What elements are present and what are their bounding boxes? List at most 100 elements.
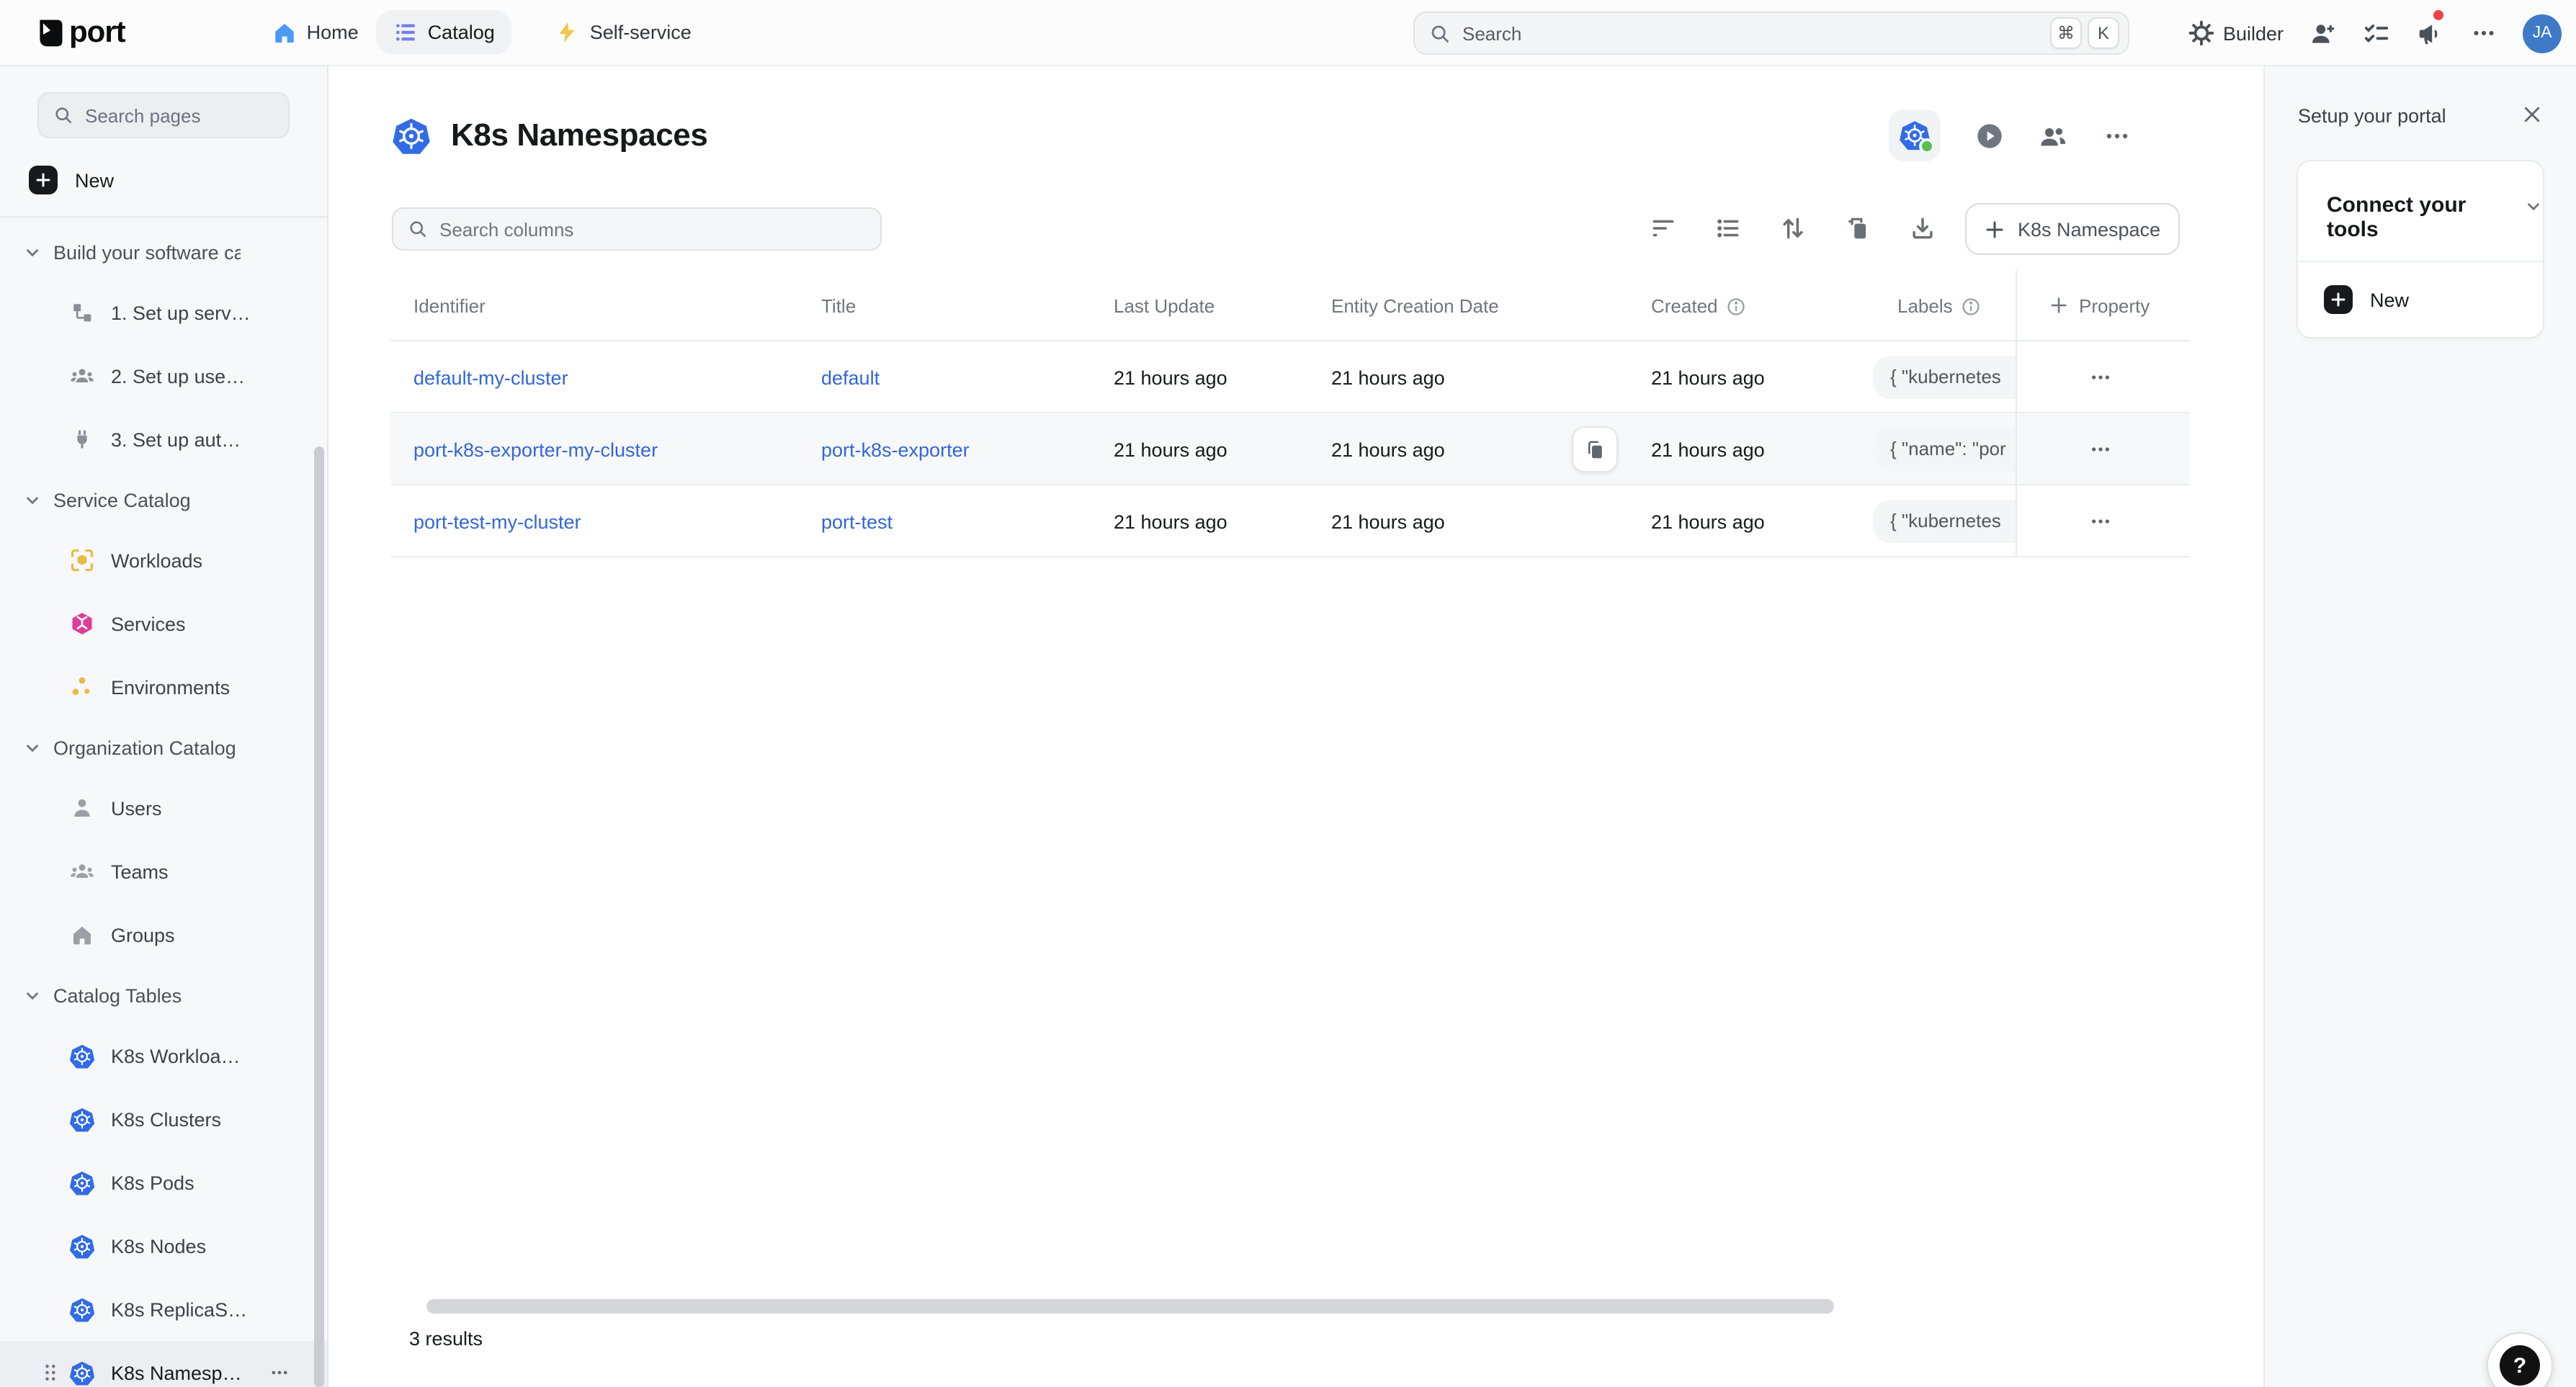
flow-icon bbox=[69, 300, 95, 326]
sidebar-item-teams[interactable]: Teams bbox=[0, 840, 327, 903]
created-cell: 21 hours ago bbox=[1651, 341, 1765, 413]
labels-chip[interactable]: { "kubernetes bbox=[1873, 500, 2034, 543]
builder-button[interactable]: Builder bbox=[2188, 20, 2284, 46]
column-header-title[interactable]: Title bbox=[821, 271, 856, 341]
tasks-checklist-button[interactable] bbox=[2363, 19, 2390, 47]
sidebar-item-setup-service[interactable]: 1. Set up serv… bbox=[0, 281, 327, 344]
sidebar-item-k8s-pods[interactable]: K8s Pods bbox=[0, 1151, 327, 1214]
panel-new-button[interactable]: New bbox=[2298, 262, 2543, 337]
kubernetes-icon bbox=[69, 1360, 95, 1386]
sidebar-new-button[interactable]: New bbox=[0, 156, 327, 205]
exporter-status-button[interactable] bbox=[1889, 109, 1941, 161]
search-icon bbox=[408, 219, 428, 239]
labels-chip[interactable]: { "kubernetes bbox=[1873, 356, 2034, 399]
sidebar-item-services[interactable]: Services bbox=[0, 592, 327, 655]
search-columns[interactable] bbox=[392, 207, 882, 251]
column-header-last-update[interactable]: Last Update bbox=[1114, 271, 1215, 341]
add-property-button[interactable]: Property bbox=[2049, 295, 2150, 316]
sidebar-item-k8s-nodes[interactable]: K8s Nodes bbox=[0, 1214, 327, 1278]
search-columns-input[interactable] bbox=[439, 218, 866, 240]
global-search-input[interactable] bbox=[1462, 22, 2044, 44]
drag-handle-icon[interactable] bbox=[43, 1363, 56, 1383]
sidebar-search[interactable] bbox=[37, 92, 290, 138]
more-options-button[interactable] bbox=[2469, 19, 2497, 47]
sidebar-item-environments[interactable]: Environments bbox=[0, 655, 327, 719]
kubernetes-icon bbox=[69, 1296, 95, 1322]
last-update-cell: 21 hours ago bbox=[1114, 485, 1227, 557]
copy-value-button[interactable] bbox=[1572, 426, 1618, 472]
search-icon bbox=[53, 105, 73, 125]
entity-title-link[interactable]: port-test bbox=[821, 511, 893, 532]
entity-title-link[interactable]: default bbox=[821, 367, 880, 388]
sidebar-search-input[interactable] bbox=[85, 104, 274, 126]
entity-identifier-link[interactable]: port-test-my-cluster bbox=[413, 511, 581, 532]
group-by-icon[interactable] bbox=[1714, 215, 1742, 242]
gear-icon bbox=[2188, 20, 2214, 46]
results-count: 3 results bbox=[409, 1328, 483, 1350]
sidebar-group-organization-catalog[interactable]: Organization Catalog bbox=[0, 719, 327, 776]
row-actions-cell bbox=[2016, 341, 2190, 412]
invite-user-button[interactable] bbox=[2309, 19, 2337, 47]
port-logo-icon bbox=[35, 17, 66, 48]
sidebar-item-k8s-namespaces[interactable]: K8s Namesp… bbox=[0, 1341, 327, 1387]
entity-title-link[interactable]: port-k8s-exporter bbox=[821, 439, 970, 460]
sidebar-item-setup-automations[interactable]: 3. Set up aut… bbox=[0, 408, 327, 471]
announcements-megaphone-button[interactable] bbox=[2416, 19, 2443, 47]
page-more-options-button[interactable] bbox=[2102, 121, 2131, 150]
table-row[interactable]: port-k8s-exporter-my-cluster port-k8s-ex… bbox=[390, 413, 2190, 485]
item-more-options-icon[interactable] bbox=[269, 1363, 290, 1383]
sidebar-item-k8s-clusters[interactable]: K8s Clusters bbox=[0, 1087, 327, 1151]
nav-self-service[interactable]: Self-service bbox=[538, 10, 709, 55]
page-header: K8s Namespaces bbox=[392, 107, 2206, 164]
add-k8s-namespace-button[interactable]: K8s Namespace bbox=[1965, 203, 2180, 255]
column-header-labels[interactable]: Labels bbox=[1897, 271, 1982, 341]
home-icon bbox=[69, 922, 95, 948]
entity-identifier-link[interactable]: port-k8s-exporter-my-cluster bbox=[413, 439, 658, 460]
sidebar-item-setup-users[interactable]: 2. Set up use… bbox=[0, 344, 327, 408]
duplicate-pages-icon[interactable] bbox=[1844, 215, 1871, 242]
permissions-users-button[interactable] bbox=[2039, 121, 2067, 150]
row-actions-cell bbox=[2016, 485, 2190, 556]
filter-icon[interactable] bbox=[1650, 215, 1677, 242]
labels-chip[interactable]: { "name": "por bbox=[1873, 428, 2034, 471]
global-search[interactable]: ⌘ K bbox=[1413, 12, 2129, 55]
column-header-created[interactable]: Created bbox=[1651, 271, 1747, 341]
download-icon[interactable] bbox=[1909, 215, 1936, 242]
column-header-entity-creation-date[interactable]: Entity Creation Date bbox=[1331, 271, 1499, 341]
connect-tools-toggle[interactable]: Connect your tools bbox=[2298, 161, 2543, 262]
close-icon[interactable] bbox=[2521, 104, 2544, 127]
services-cube-icon bbox=[69, 611, 95, 637]
row-more-options-button[interactable] bbox=[2089, 509, 2112, 532]
sidebar-group-catalog-tables[interactable]: Catalog Tables bbox=[0, 966, 327, 1024]
sidebar-item-k8s-replicasets[interactable]: K8s ReplicaS… bbox=[0, 1278, 327, 1341]
add-property-column: Property bbox=[2016, 271, 2190, 340]
port-logo-text: port bbox=[69, 15, 125, 50]
row-more-options-button[interactable] bbox=[2089, 365, 2112, 388]
column-header-identifier[interactable]: Identifier bbox=[413, 271, 486, 341]
table-row[interactable]: port-test-my-cluster port-test 21 hours … bbox=[390, 485, 2190, 557]
top-navbar: port Home Catalog Self-service ⌘ bbox=[0, 0, 2576, 66]
row-more-options-button[interactable] bbox=[2089, 437, 2112, 460]
user-avatar[interactable]: JA bbox=[2523, 14, 2562, 53]
horizontal-scrollbar[interactable] bbox=[426, 1299, 1834, 1314]
table-row[interactable]: default-my-cluster default 21 hours ago … bbox=[390, 341, 2190, 413]
entity-creation-date-cell: 21 hours ago bbox=[1331, 485, 1445, 557]
sidebar-group-service-catalog[interactable]: Service Catalog bbox=[0, 471, 327, 529]
port-logo[interactable]: port bbox=[35, 15, 125, 50]
sidebar-item-k8s-workloads[interactable]: K8s Workloa… bbox=[0, 1024, 327, 1087]
chevron-down-icon bbox=[23, 243, 42, 261]
play-demo-button[interactable] bbox=[1975, 121, 2004, 150]
plus-icon bbox=[2324, 285, 2353, 314]
sidebar-item-users[interactable]: Users bbox=[0, 776, 327, 840]
nav-catalog[interactable]: Catalog bbox=[376, 10, 512, 55]
sort-icon[interactable] bbox=[1779, 215, 1807, 242]
chevron-down-icon bbox=[23, 490, 42, 509]
sidebar-scrollbar[interactable] bbox=[314, 446, 324, 1387]
sidebar-item-groups[interactable]: Groups bbox=[0, 903, 327, 966]
entities-table: Identifier Title Last Update Entity Crea… bbox=[390, 271, 2190, 557]
main-content: K8s Namespaces bbox=[328, 66, 2263, 1387]
nav-home[interactable]: Home bbox=[255, 10, 376, 55]
sidebar-group-build-catalog[interactable]: Build your software catal… bbox=[0, 223, 327, 281]
entity-identifier-link[interactable]: default-my-cluster bbox=[413, 367, 568, 388]
sidebar-item-workloads[interactable]: Workloads bbox=[0, 529, 327, 592]
